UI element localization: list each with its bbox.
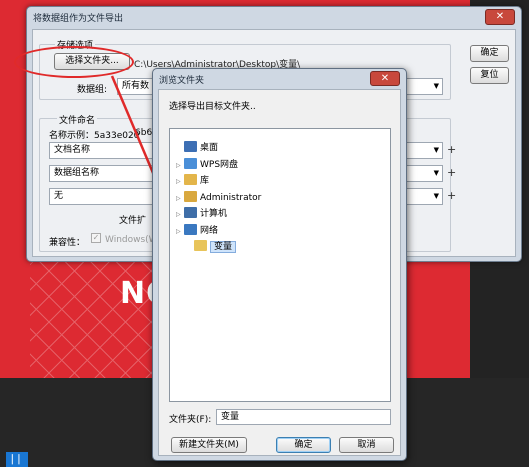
chevron-down-icon: ▼	[433, 169, 439, 177]
tree-item[interactable]: 桌面	[176, 141, 218, 156]
tree-item-label: Administrator	[200, 192, 262, 203]
folder-name-input[interactable]: 变量	[216, 409, 391, 425]
user-folder-icon	[184, 190, 197, 202]
windows-compat-checkbox[interactable]: ✓	[91, 233, 101, 243]
naming-select-1-value: 文档名称	[54, 145, 91, 155]
tree-item-label: 网络	[200, 225, 219, 236]
folder-icon	[194, 240, 207, 251]
add-naming-rule-3-button[interactable]: +	[447, 189, 456, 202]
annotation-callout-ellipse	[14, 46, 134, 78]
browse-folder-dialog: 浏览文件夹 ✕ 选择导出目标文件夹.. 桌面 ▷ WPS网盘 ▷ 库 ▷ Administr…	[152, 68, 407, 461]
browse-dialog-body: 选择导出目标文件夹.. 桌面 ▷ WPS网盘 ▷ 库 ▷ Administrator ▷ 计算机…	[158, 89, 401, 456]
tree-item-label: WPS网盘	[200, 159, 239, 170]
export-dialog-close-button[interactable]: ✕	[485, 9, 515, 25]
tree-item-label: 计算机	[200, 209, 228, 219]
data-group-select-value: 所有数	[122, 81, 150, 91]
export-dialog-title: 将数据组作为文件导出	[33, 14, 124, 24]
reset-button[interactable]: 复位	[470, 67, 509, 84]
tree-item[interactable]: ▷ 计算机	[176, 207, 227, 222]
naming-select-3-value: 无	[54, 191, 64, 201]
add-naming-rule-2-button[interactable]: +	[447, 166, 456, 179]
tree-expander-icon[interactable]: ▷	[176, 174, 184, 189]
folder-tree[interactable]: 桌面 ▷ WPS网盘 ▷ 库 ▷ Administrator ▷ 计算机 ▷ 网络 变量	[169, 128, 391, 402]
tree-expander-icon[interactable]: ▷	[176, 191, 184, 206]
tree-item[interactable]: ▷ Administrator	[176, 190, 262, 206]
chevron-down-icon: ▼	[433, 192, 439, 200]
tree-expander-icon[interactable]: ▷	[176, 224, 184, 239]
data-group-label: 数据组:	[77, 85, 108, 95]
computer-icon	[184, 207, 197, 218]
browse-cancel-button[interactable]: 取消	[339, 437, 394, 453]
tree-item-label: 变量	[210, 241, 237, 253]
add-naming-rule-1-button[interactable]: +	[447, 143, 456, 156]
browse-ok-button[interactable]: 确定	[276, 437, 331, 453]
tree-item[interactable]: ▷ 网络	[176, 223, 219, 239]
folder-field-label: 文件夹(F):	[169, 415, 212, 425]
tree-expander-icon[interactable]: ▷	[176, 158, 184, 173]
cloud-icon	[184, 157, 197, 169]
tree-item[interactable]: ▷ WPS网盘	[176, 157, 239, 173]
desktop-icon	[184, 141, 197, 152]
tree-item-label: 桌面	[200, 143, 219, 153]
name-example-label: 名称示例：5a33e020	[49, 131, 140, 141]
windows-compat-label: Windows(W	[105, 235, 158, 245]
tree-item-label: 库	[200, 176, 210, 186]
library-icon	[184, 174, 197, 185]
tree-item[interactable]: ▷ 库	[176, 174, 209, 189]
browse-dialog-title: 浏览文件夹	[159, 76, 205, 86]
tree-item[interactable]: 变量	[186, 240, 237, 255]
chevron-down-icon: ▼	[433, 146, 439, 154]
compatibility-label: 兼容性：	[49, 238, 86, 248]
browse-prompt-text: 选择导出目标文件夹..	[169, 102, 256, 112]
file-extension-label: 文件扩	[119, 216, 147, 226]
ok-button[interactable]: 确定	[470, 45, 509, 62]
network-icon	[184, 223, 197, 235]
chevron-down-icon: ▼	[433, 82, 439, 90]
browse-dialog-close-button[interactable]: ✕	[370, 71, 400, 86]
naming-select-2-value: 数据组名称	[54, 168, 100, 178]
tree-expander-icon[interactable]: ▷	[176, 207, 184, 222]
file-naming-label: 文件命名	[57, 113, 98, 126]
new-folder-button[interactable]: 新建文件夹(M)	[171, 437, 247, 453]
taskbar-app-icon[interactable]: ᛁᛁ	[6, 452, 28, 467]
